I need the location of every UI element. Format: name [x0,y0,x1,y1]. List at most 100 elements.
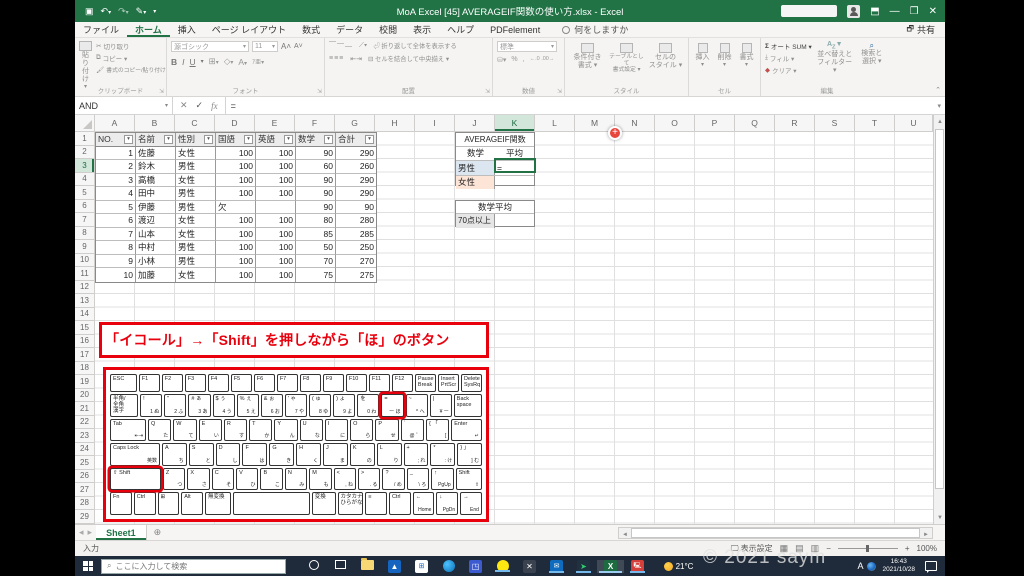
format-cells-button[interactable]: 書式 ▾ [737,43,756,69]
comma-icon[interactable]: , [523,56,525,64]
clear-button[interactable]: ◆ クリア ▾ [765,65,812,75]
column-header-R[interactable]: R [775,115,815,132]
weather-widget[interactable]: 21°C [659,561,699,571]
row-header-25[interactable]: 25 [75,456,95,470]
collapse-ribbon-icon[interactable]: ⌃ [935,86,941,94]
underline-button[interactable]: U [190,57,196,67]
tab-item-9[interactable]: PDFelement [482,22,548,37]
avatar[interactable] [847,4,861,18]
cell-r2c6[interactable]: 290 [336,147,376,160]
tab-item-7[interactable]: 表示 [405,22,439,37]
row-header-4[interactable]: 4 [75,172,95,186]
cell-r2c1[interactable]: 佐藤 [136,146,176,160]
cell-r3c1[interactable]: 鈴木 [136,160,176,174]
cell-r9c1[interactable]: 中村 [136,241,176,255]
zoom-level[interactable]: 100% [917,544,937,553]
row-header-3[interactable]: 3 [75,159,95,173]
column-header-J[interactable]: J [455,115,495,132]
cell-r11c4[interactable]: 100 [256,268,296,282]
row-header-27[interactable]: 27 [75,483,95,497]
cell-r2c0[interactable]: 1 [96,146,136,160]
cell-r9c6[interactable]: 250 [336,241,376,255]
screen-rec-app-icon[interactable]: 🖳 [624,559,651,573]
male-label-cell[interactable]: 男性 [456,161,496,175]
column-header-C[interactable]: C [175,115,215,132]
column-header-T[interactable]: T [855,115,895,132]
column-header-O[interactable]: O [655,115,695,132]
new-sheet-icon[interactable]: ⊕ [147,527,169,538]
undo-icon[interactable]: ↶▾ [101,6,112,17]
score-table-header-3[interactable]: 国語 ▾ [216,133,256,147]
cell-r7c1[interactable]: 渡辺 [136,214,176,228]
close-icon[interactable]: ✕ [929,6,937,17]
cut-button[interactable]: ✂ 切り取り [96,41,166,51]
cell-r11c1[interactable]: 加藤 [136,268,176,282]
cell-r6c6[interactable]: 90 [336,201,376,214]
scroll-up-icon[interactable]: ▲ [934,115,946,128]
ime-indicator[interactable]: A [853,561,867,571]
cell-r2c2[interactable]: 女性 [176,146,216,160]
number-format-combo[interactable]: 標準 ▾ [497,41,557,52]
italic-button[interactable]: I [182,57,184,67]
font-name-combo[interactable]: 源ゴシック ▾ [171,41,249,52]
cell-r8c3[interactable]: 100 [216,227,256,241]
row-header-1[interactable]: 1 [75,132,95,146]
insert-function-icon[interactable]: fx [211,101,218,111]
cell-r11c0[interactable]: 10 [96,268,136,282]
ribbon-display-options-icon[interactable]: ⬒ [870,6,879,17]
filter-icon[interactable]: ▾ [365,134,374,144]
cell-r8c4[interactable]: 100 [256,227,296,241]
scroll-down-icon[interactable]: ▼ [934,511,946,524]
user-badge-icon[interactable] [867,561,877,571]
number-dialog-launcher-icon[interactable]: ⇲ [557,88,562,95]
score-table-header-4[interactable]: 英語 ▾ [256,133,296,147]
expand-formula-bar-icon[interactable]: ▾ [937,102,945,110]
find-select-button[interactable]: ⌕ 検索と 選択 ▾ [858,41,886,75]
cell-r6c4[interactable] [256,200,296,214]
cell-r9c3[interactable]: 100 [216,241,256,255]
vertical-scrollbar[interactable]: ▲ ▼ [933,115,945,524]
excel-icon[interactable]: X [597,559,624,573]
share-button[interactable]: 🗗 共有 [906,23,945,37]
photos-icon[interactable]: ▲ [381,559,408,573]
row-header-21[interactable]: 21 [75,402,95,416]
tab-item-4[interactable]: 数式 [294,22,328,37]
cell-r3c6[interactable]: 260 [336,160,376,174]
cell-r5c1[interactable]: 田中 [136,187,176,201]
over70-value-cell[interactable] [495,214,534,228]
insert-cells-button[interactable]: 挿入 ▾ [693,43,712,69]
task-view-icon[interactable] [327,559,354,569]
tab-home[interactable]: ホーム [127,22,170,37]
tab-item-5[interactable]: データ [328,22,371,37]
cell-r9c5[interactable]: 50 [296,241,336,255]
cell-r11c3[interactable]: 100 [216,268,256,282]
cell-r6c3[interactable]: 欠 [216,200,256,214]
score-table-header-6[interactable]: 合計 ▾ [336,133,376,147]
cell-r10c0[interactable]: 9 [96,254,136,268]
font-size-combo[interactable]: 11 ▾ [252,41,278,52]
cell-r3c3[interactable]: 100 [216,160,256,174]
cell-r11c2[interactable]: 女性 [176,268,216,282]
row-header-8[interactable]: 8 [75,226,95,240]
filter-icon[interactable]: ▾ [324,134,333,144]
redo-icon[interactable]: ↷▾ [118,6,129,17]
horizontal-scroll-thumb[interactable] [631,528,920,538]
row-header-7[interactable]: 7 [75,213,95,227]
file-explorer-icon[interactable] [354,557,381,570]
keyboard-image[interactable]: ESC F1 F2 F3 F4 F5 F6 F7 F8 F9 F10 F11 F12 Pause Brea… [103,367,489,522]
enter-icon[interactable]: ✓ [196,100,204,111]
cell-r4c6[interactable]: 290 [336,174,376,187]
annotation-box[interactable]: 「イコール」→「Shift」を押しながら「ほ」のボタン [99,322,489,358]
formula-input[interactable]: = [226,101,938,111]
column-header-K[interactable]: K [495,115,535,132]
row-header-15[interactable]: 15 [75,321,95,335]
font-dialog-launcher-icon[interactable]: ⇲ [317,88,322,95]
cell-r6c5[interactable]: 90 [296,200,336,214]
shrink-font-icon[interactable]: A˅ [294,43,303,50]
cancel-icon[interactable]: ✕ [180,100,188,111]
tab-item-6[interactable]: 校閲 [371,22,405,37]
cell-r6c0[interactable]: 5 [96,200,136,214]
cell-r5c6[interactable]: 290 [336,187,376,201]
sort-filter-button[interactable]: AZ▼ 並べ替えと フィルター ▾ [817,41,853,75]
select-all-corner[interactable] [75,115,95,132]
